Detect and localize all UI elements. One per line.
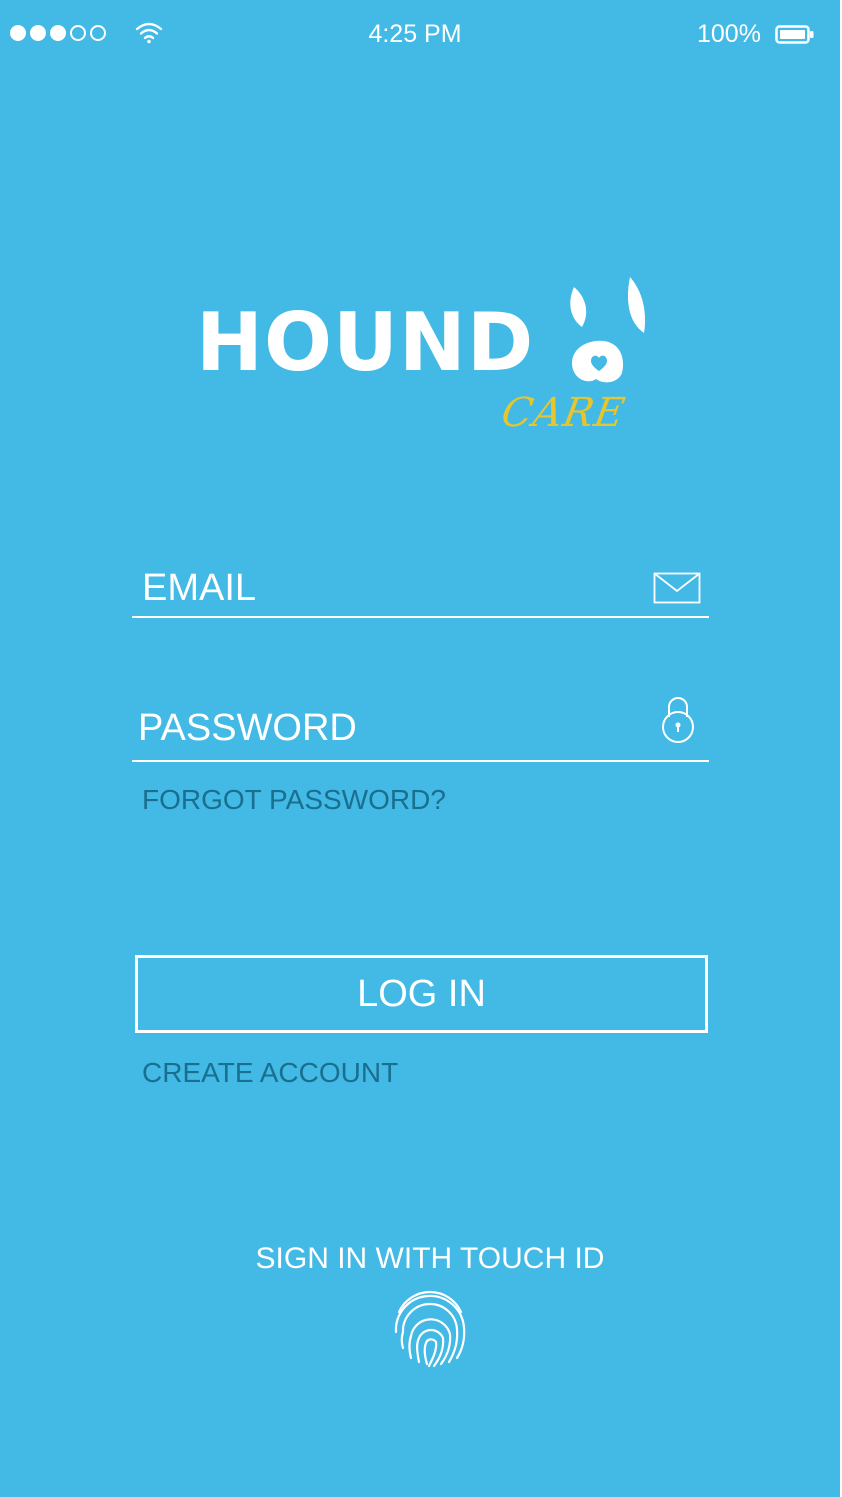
login-screen: 4:25 PM 100% HOUND CARE EMAIL FORGOT PAS…: [0, 0, 840, 1497]
login-button[interactable]: LOG IN: [135, 955, 708, 1033]
email-input[interactable]: [142, 567, 622, 610]
logo-wordmark: HOUND: [196, 296, 535, 389]
login-button-label: LOG IN: [357, 972, 486, 1015]
fingerprint-icon[interactable]: [389, 1288, 471, 1368]
password-field: [132, 695, 709, 762]
status-bar: 4:25 PM 100%: [0, 0, 840, 70]
lock-icon: [662, 697, 694, 743]
logo-subtitle: CARE: [497, 390, 629, 436]
email-field: [132, 562, 709, 618]
battery-icon: [775, 25, 814, 44]
dog-ears-heart-icon: [570, 277, 646, 383]
create-account-link[interactable]: CREATE ACCOUNT: [142, 1057, 398, 1089]
app-logo: HOUND CARE: [196, 275, 656, 450]
forgot-password-link[interactable]: FORGOT PASSWORD?: [142, 784, 446, 816]
password-input[interactable]: [138, 707, 618, 750]
mail-icon: [653, 572, 701, 604]
touch-id-label[interactable]: SIGN IN WITH TOUCH ID: [0, 1242, 840, 1276]
battery-percentage: 100%: [697, 20, 761, 48]
